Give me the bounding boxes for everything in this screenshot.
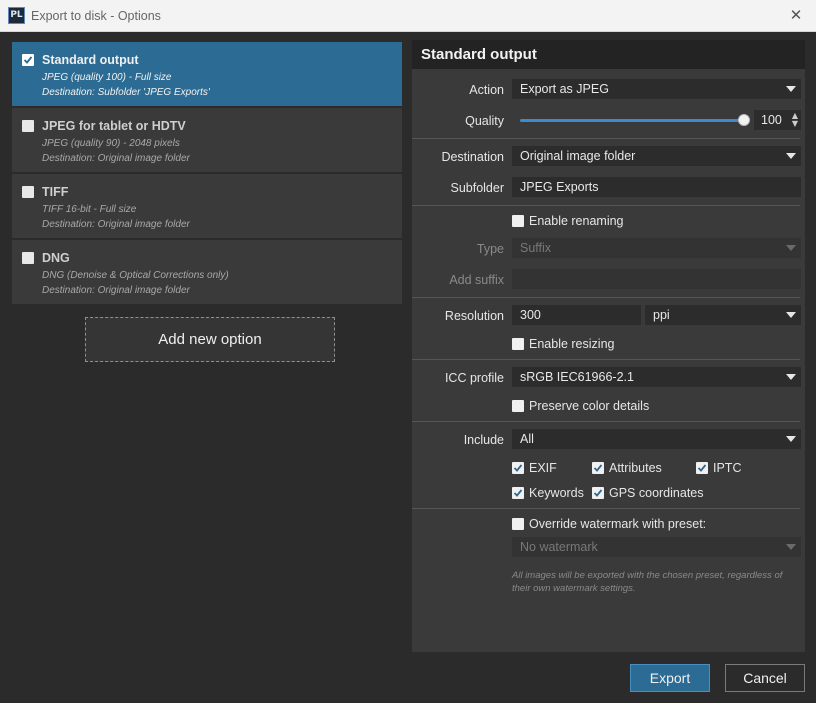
option-format: JPEG (quality 100) - Full size	[42, 72, 172, 83]
enable-resizing-label: Enable resizing	[529, 337, 615, 351]
include-label: Include	[463, 433, 504, 447]
resolution-unit-dropdown[interactable]: ppi	[645, 305, 801, 325]
divider	[412, 138, 800, 139]
option-destination: Destination: Original image folder	[42, 285, 190, 296]
watermark-note: All images will be exported with the cho…	[512, 570, 783, 594]
option-destination: Destination: Original image folder	[42, 153, 190, 164]
option-name: Standard output	[42, 53, 139, 67]
icc-profile-dropdown[interactable]: sRGB IEC61966-2.1	[512, 367, 801, 387]
divider	[412, 297, 800, 298]
quality-value: 100	[761, 113, 782, 127]
cancel-button[interactable]: Cancel	[725, 664, 805, 692]
checkbox-box[interactable]	[512, 215, 524, 227]
option-item-tiff[interactable]: TIFF TIFF 16-bit - Full size Destination…	[12, 174, 402, 238]
close-icon[interactable]: ✕	[786, 5, 806, 25]
type-value: Suffix	[520, 241, 552, 255]
add-suffix-label: Add suffix	[449, 273, 504, 287]
override-watermark-label: Override watermark with preset:	[529, 517, 707, 531]
preserve-color-label: Preserve color details	[529, 399, 650, 413]
gps-label: GPS coordinates	[609, 486, 704, 500]
quality-slider-handle[interactable]	[738, 114, 750, 126]
option-settings-panel: Standard output Action Export as JPEG Qu…	[412, 40, 805, 652]
option-item-jpeg-tablet[interactable]: JPEG for tablet or HDTV JPEG (quality 90…	[12, 108, 402, 172]
option-checkbox[interactable]	[22, 186, 34, 198]
divider	[412, 421, 800, 422]
checkbox-box[interactable]	[696, 462, 708, 474]
checkbox-box[interactable]	[512, 400, 524, 412]
add-new-option-button[interactable]: Add new option	[85, 317, 335, 362]
attributes-label: Attributes	[609, 461, 662, 475]
option-format: DNG (Denoise & Optical Corrections only)	[42, 270, 229, 281]
chevron-down-icon	[786, 153, 796, 159]
divider	[412, 508, 800, 509]
chevron-down-icon	[786, 544, 796, 550]
icc-profile-label: ICC profile	[444, 371, 504, 385]
keywords-label: Keywords	[529, 486, 584, 500]
subfolder-label: Subfolder	[450, 181, 504, 195]
action-label: Action	[469, 83, 504, 97]
spin-arrows-icon[interactable]: ▲ ▼	[792, 112, 798, 128]
action-value: Export as JPEG	[520, 82, 609, 96]
chevron-down-icon	[786, 436, 796, 442]
divider	[412, 359, 800, 360]
checkbox-box[interactable]	[592, 487, 604, 499]
option-name: JPEG for tablet or HDTV	[42, 119, 186, 133]
option-checkbox[interactable]	[22, 252, 34, 264]
add-suffix-input[interactable]	[512, 269, 801, 289]
option-format: JPEG (quality 90) - 2048 pixels	[42, 138, 180, 149]
watermark-preset-dropdown[interactable]: No watermark	[512, 537, 801, 557]
action-dropdown[interactable]: Export as JPEG	[512, 79, 801, 99]
resolution-label: Resolution	[444, 309, 504, 323]
option-name: TIFF	[42, 185, 69, 199]
destination-value: Original image folder	[520, 149, 636, 163]
quality-label: Quality	[465, 114, 504, 128]
type-label: Type	[476, 242, 504, 256]
checkbox-box[interactable]	[512, 518, 524, 530]
option-item-standard-output[interactable]: Standard output JPEG (quality 100) - Ful…	[12, 42, 402, 106]
checkbox-box[interactable]	[512, 462, 524, 474]
window-title: Export to disk - Options	[31, 9, 161, 23]
destination-dropdown[interactable]: Original image folder	[512, 146, 801, 166]
quality-slider-track[interactable]	[520, 119, 744, 122]
checkbox-box[interactable]	[512, 338, 524, 350]
chevron-down-icon	[786, 86, 796, 92]
option-checkbox[interactable]	[22, 54, 34, 66]
exif-label: EXIF	[529, 461, 557, 475]
resolution-input[interactable]: 300	[512, 305, 641, 325]
chevron-down-icon	[786, 312, 796, 318]
checkbox-box[interactable]	[592, 462, 604, 474]
iptc-label: IPTC	[713, 461, 742, 475]
divider	[412, 205, 800, 206]
photolab-app-icon: PL	[8, 7, 25, 24]
chevron-down-icon	[786, 245, 796, 251]
watermark-preset-value: No watermark	[520, 540, 598, 554]
icc-profile-value: sRGB IEC61966-2.1	[520, 370, 634, 384]
option-checkbox[interactable]	[22, 120, 34, 132]
chevron-down-icon	[786, 374, 796, 380]
subfolder-input[interactable]: JPEG Exports	[512, 177, 801, 197]
export-button[interactable]: Export	[630, 664, 710, 692]
checkbox-box[interactable]	[512, 487, 524, 499]
option-format: TIFF 16-bit - Full size	[42, 204, 137, 215]
option-item-dng[interactable]: DNG DNG (Denoise & Optical Corrections o…	[12, 240, 402, 304]
include-dropdown[interactable]: All	[512, 429, 801, 449]
enable-renaming-label: Enable renaming	[529, 214, 624, 228]
option-name: DNG	[42, 251, 70, 265]
option-destination: Destination: Subfolder 'JPEG Exports'	[42, 87, 210, 98]
title-bar: PL Export to disk - Options ✕	[0, 0, 816, 32]
quality-spinbox[interactable]: 100 ▲ ▼	[754, 110, 801, 130]
panel-title: Standard output	[412, 40, 805, 69]
type-dropdown[interactable]: Suffix	[512, 238, 801, 258]
destination-label: Destination	[441, 150, 504, 164]
option-destination: Destination: Original image folder	[42, 219, 190, 230]
include-value: All	[520, 432, 534, 446]
resolution-unit-value: ppi	[653, 308, 670, 322]
